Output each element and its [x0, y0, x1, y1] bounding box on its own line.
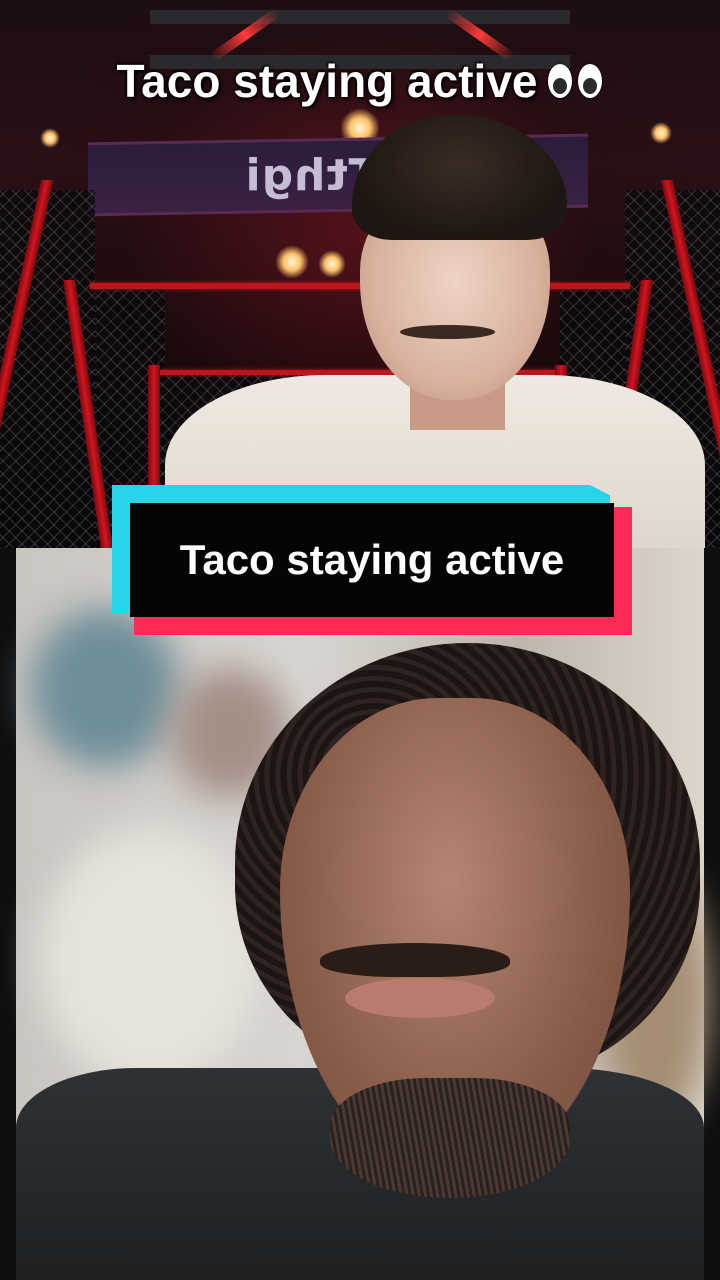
stage-light — [650, 122, 672, 144]
stage-light — [275, 245, 309, 279]
caption-label-card: Taco staying active — [112, 485, 632, 635]
person-beard — [330, 1078, 570, 1198]
label-card-text: Taco staying active — [179, 536, 565, 583]
video-caption-text: Taco staying active — [116, 55, 538, 107]
background-object — [40, 828, 260, 1088]
bottom-video-pane — [0, 548, 720, 1280]
person-mustache — [320, 943, 510, 977]
person-mustache — [400, 325, 495, 339]
eyes-emoji-icon — [547, 63, 604, 98]
eye-shape — [577, 63, 602, 98]
label-black-layer: Taco staying active — [130, 503, 614, 617]
video-caption: Taco staying active — [0, 54, 720, 108]
eye-shape — [547, 63, 572, 98]
stage-light — [40, 128, 60, 148]
lighting-truss — [150, 10, 570, 24]
person-lips — [345, 978, 495, 1018]
stage-light — [318, 250, 346, 278]
